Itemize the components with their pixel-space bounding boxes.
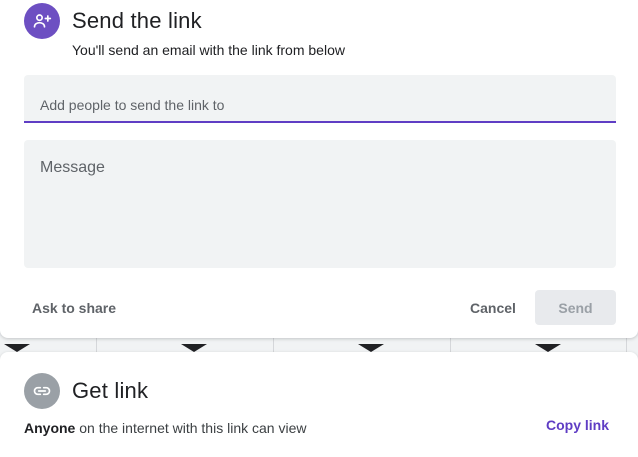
get-link-title: Get link: [72, 378, 149, 403]
copy-link-button[interactable]: Copy link: [546, 417, 609, 433]
ask-to-share-button[interactable]: Ask to share: [32, 300, 116, 316]
send-link-subtitle: You'll send an email with the link from …: [72, 42, 345, 58]
access-scope-label: Anyone: [24, 420, 76, 436]
access-scope-text: on the internet with this link can view: [79, 420, 307, 436]
person-add-icon: [24, 3, 60, 39]
send-link-title: Send the link: [72, 8, 202, 33]
link-icon: [24, 373, 60, 409]
send-button[interactable]: Send: [535, 290, 616, 325]
add-people-input[interactable]: [24, 75, 616, 123]
cancel-button[interactable]: Cancel: [470, 300, 516, 316]
get-link-card: Get link: [0, 352, 638, 457]
message-field[interactable]: [24, 140, 616, 268]
send-link-card: Send the link You'll send an email with …: [0, 0, 638, 338]
link-access-description: Anyone on the internet with this link ca…: [24, 420, 306, 436]
